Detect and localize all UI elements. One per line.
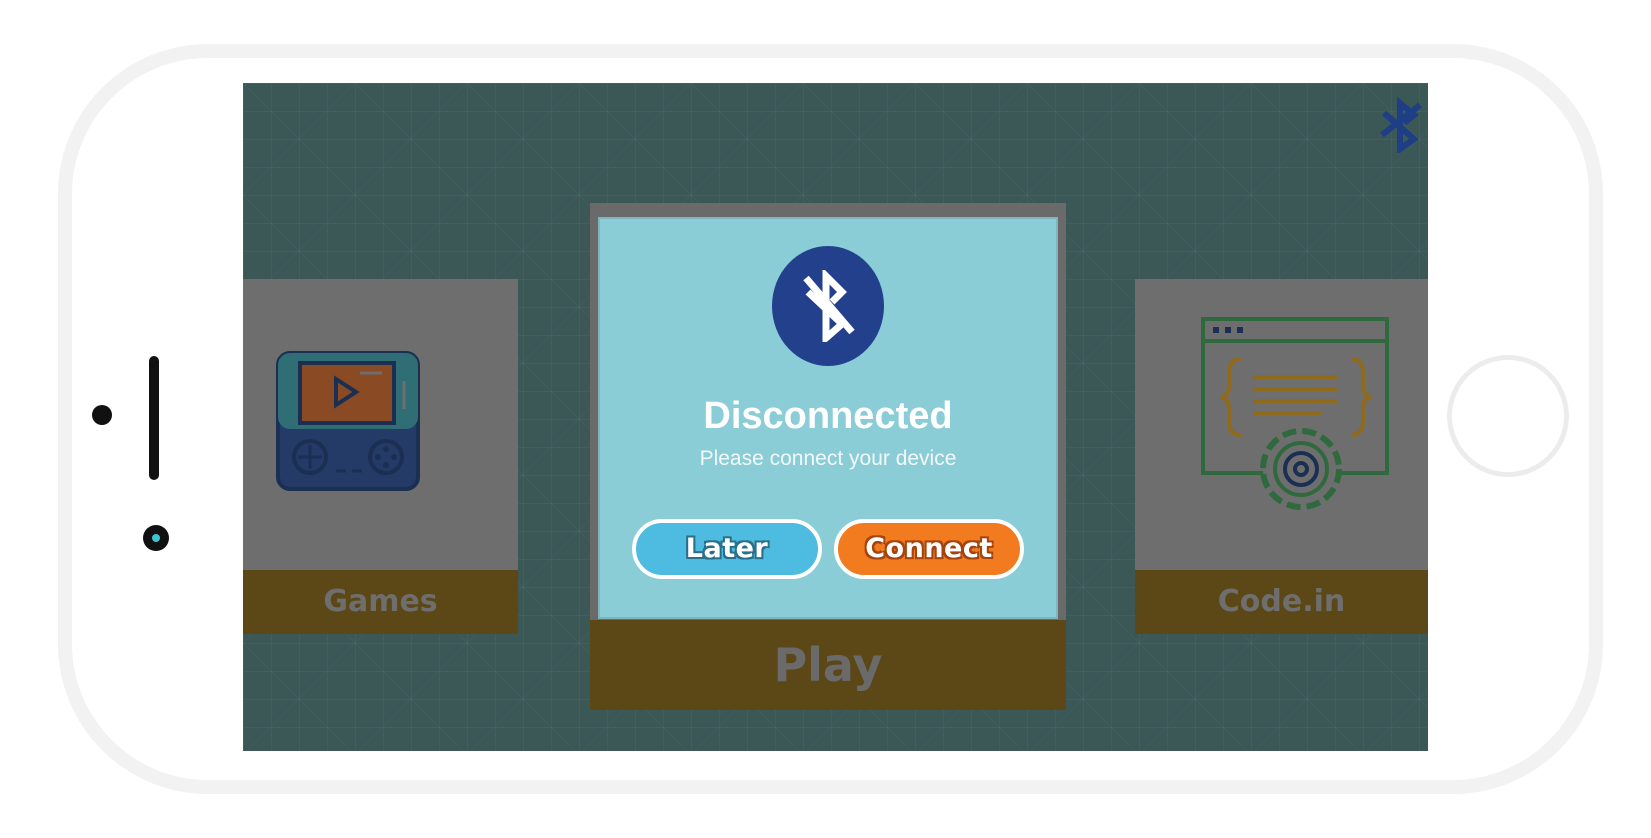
app-screen: Games Code.in Play Disconnected Please c… — [243, 83, 1428, 751]
speaker-dot — [92, 405, 112, 425]
games-card[interactable]: Games — [243, 279, 518, 634]
bluetooth-disabled-icon — [803, 270, 855, 342]
later-button[interactable]: Later — [632, 519, 822, 579]
bluetooth-disabled-icon[interactable] — [1376, 97, 1426, 153]
play-card-label: Play — [590, 620, 1066, 710]
speaker-slot — [149, 356, 159, 480]
dialog-title: Disconnected — [703, 395, 953, 437]
games-card-label: Games — [243, 570, 518, 634]
home-button[interactable] — [1447, 355, 1569, 477]
front-camera — [143, 525, 169, 551]
connect-button[interactable]: Connect — [834, 519, 1024, 579]
code-card-label: Code.in — [1135, 570, 1428, 634]
code-window-gear-icon — [1201, 317, 1389, 510]
disconnected-dialog: Disconnected Please connect your device … — [600, 219, 1056, 617]
dialog-subtitle: Please connect your device — [699, 447, 957, 470]
handheld-console-icon — [276, 351, 420, 491]
bluetooth-badge — [772, 246, 884, 366]
code-card[interactable]: Code.in — [1135, 279, 1428, 634]
